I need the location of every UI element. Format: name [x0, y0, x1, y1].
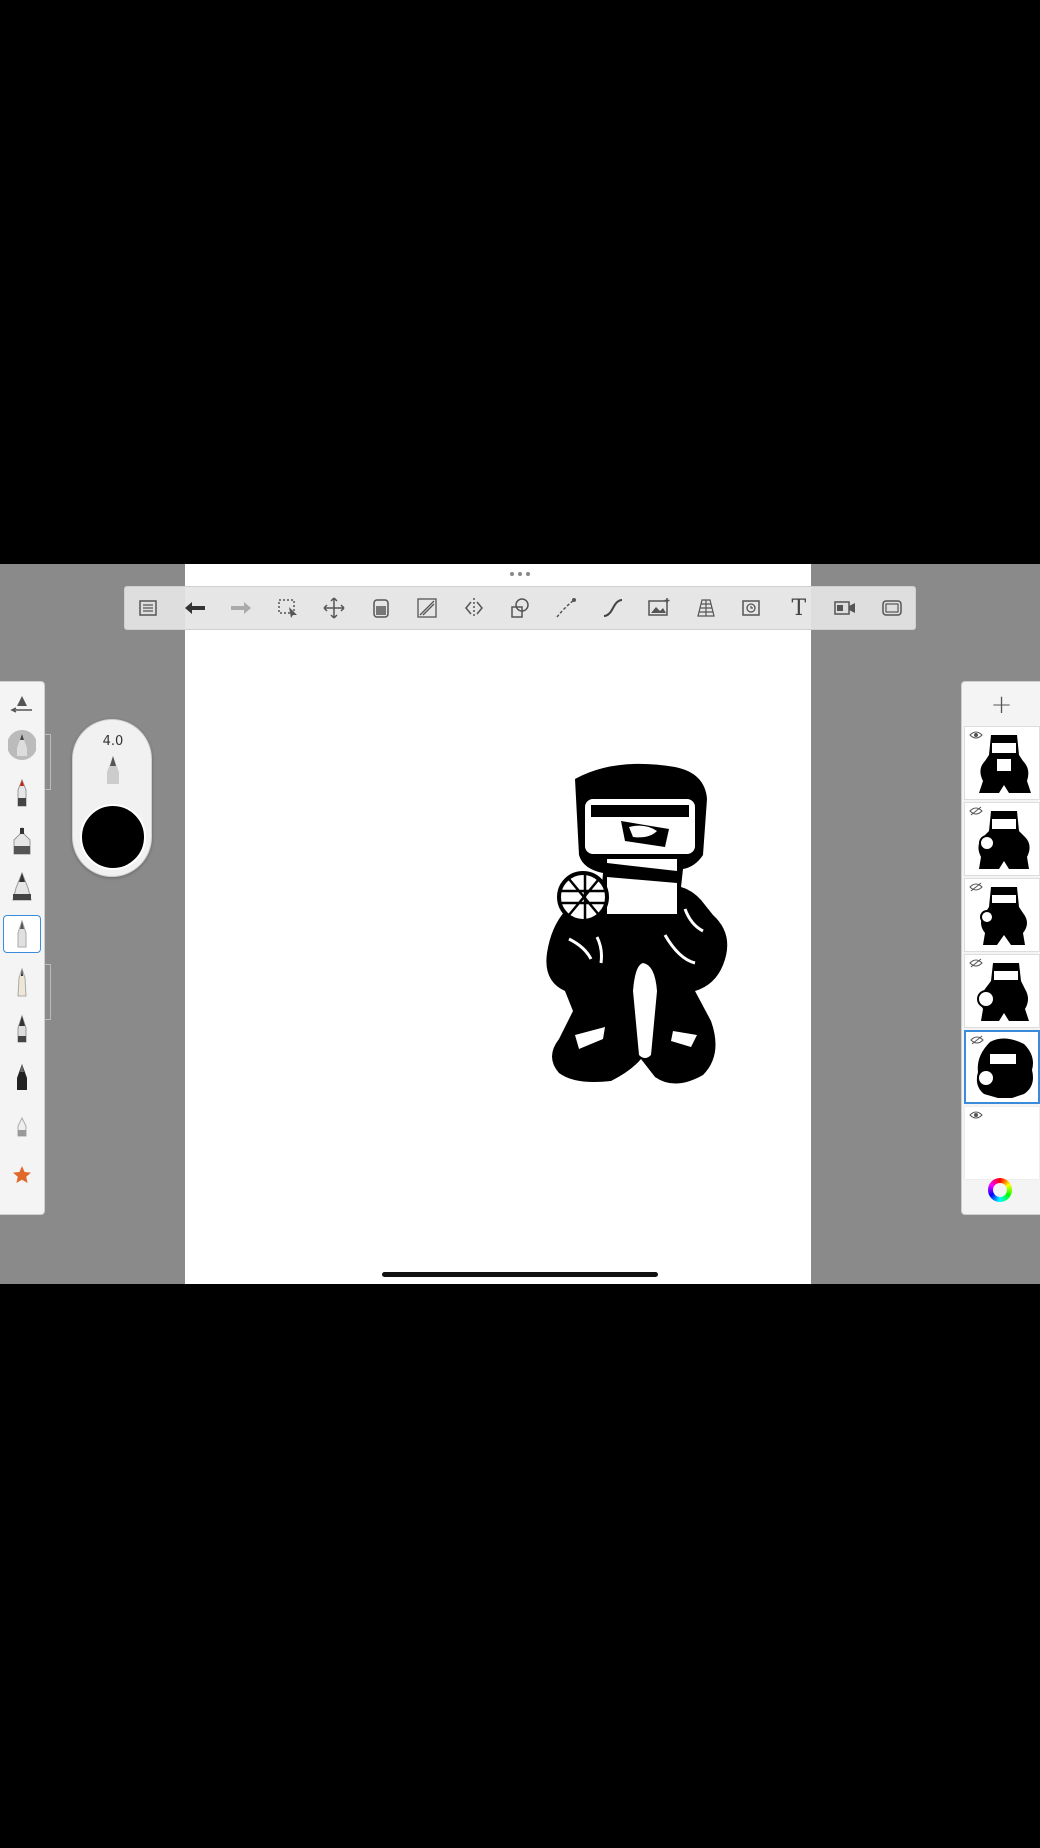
layer-thumbnail-image [980, 887, 1027, 945]
symmetry-icon[interactable] [450, 586, 496, 630]
layer-visible-icon[interactable] [969, 1110, 983, 1120]
pencil-icon[interactable] [3, 726, 41, 764]
undo-icon[interactable] [171, 586, 217, 630]
layer-thumbnail-image [976, 1038, 1033, 1098]
redo-icon[interactable] [218, 586, 264, 630]
transform-icon[interactable] [311, 586, 357, 630]
layer-thumbnail-image [977, 963, 1029, 1021]
top-toolbar: T [124, 586, 916, 630]
brush-settings-icon[interactable] [3, 686, 41, 724]
perspective-icon[interactable] [683, 586, 729, 630]
layer-thumbnail[interactable] [964, 878, 1040, 952]
brush-color-swatch[interactable] [80, 804, 146, 870]
layer-thumbnail-image [979, 735, 1031, 793]
brush-size-value[interactable]: 4.0 [73, 734, 153, 749]
stroke-icon[interactable] [543, 586, 589, 630]
toolbar-grabber[interactable] [510, 572, 530, 578]
brush-tip-icon [107, 756, 119, 784]
color-wheel-icon[interactable] [988, 1178, 1012, 1202]
image-icon[interactable] [636, 586, 682, 630]
palette-scroll-mark [45, 964, 51, 1020]
ruler-icon[interactable] [404, 586, 450, 630]
paintbrush-icon[interactable] [3, 868, 41, 906]
character-artwork [546, 763, 728, 1084]
timelapse-icon[interactable] [729, 586, 775, 630]
app-screen: T 4.0 + [0, 564, 1040, 1284]
ink-pen-icon[interactable] [3, 1058, 41, 1096]
layer-thumbnail-image [978, 811, 1030, 869]
palette-scroll-mark [45, 734, 51, 790]
drawing-canvas[interactable] [185, 564, 811, 1284]
layer-thumbnail[interactable] [964, 802, 1040, 876]
brush-puck[interactable]: 4.0 [72, 719, 152, 877]
brush-palette [0, 681, 45, 1215]
layer-thumbnail[interactable] [964, 726, 1040, 800]
fullscreen-icon[interactable] [869, 586, 915, 630]
menu-icon[interactable] [125, 586, 171, 630]
marker-icon[interactable] [3, 774, 41, 812]
technical-pen-icon[interactable] [3, 915, 41, 953]
layer-panel: + [961, 681, 1040, 1215]
add-layer-button[interactable]: + [962, 688, 1040, 722]
layer-thumbnail-selected[interactable] [964, 1030, 1040, 1104]
calligraphy-pen-icon[interactable] [3, 1010, 41, 1048]
eraser-icon[interactable] [3, 1106, 41, 1144]
curve-icon[interactable] [590, 586, 636, 630]
fill-icon[interactable] [357, 586, 403, 630]
favorites-icon[interactable] [3, 1156, 41, 1194]
home-indicator[interactable] [382, 1272, 658, 1277]
fineliner-icon[interactable] [3, 964, 41, 1002]
selection-icon[interactable] [264, 586, 310, 630]
airbrush-icon[interactable] [3, 822, 41, 860]
layer-thumbnail[interactable] [964, 954, 1040, 1028]
shapes-icon[interactable] [497, 586, 543, 630]
record-icon[interactable] [822, 586, 868, 630]
text-icon[interactable]: T [776, 586, 822, 630]
layer-thumbnail-empty[interactable] [964, 1106, 1040, 1180]
